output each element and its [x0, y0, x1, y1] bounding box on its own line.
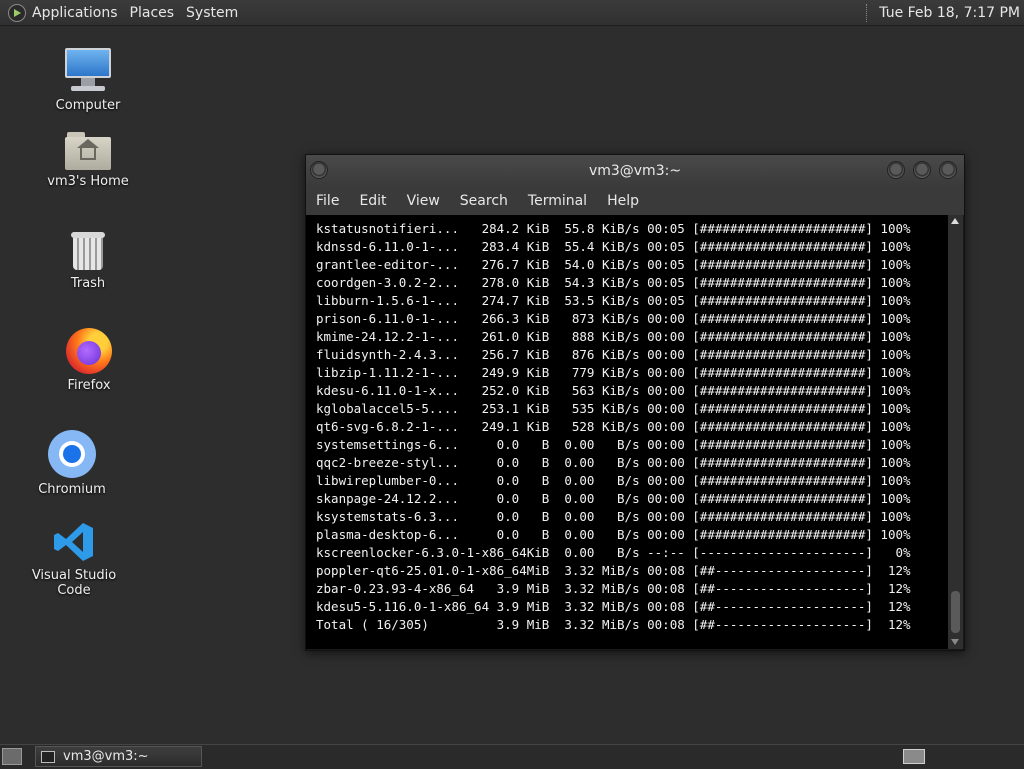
- minimize-button[interactable]: [887, 161, 905, 179]
- window-title: vm3@vm3:~: [588, 163, 682, 179]
- trash-icon: [70, 230, 106, 272]
- menu-terminal[interactable]: Terminal: [518, 193, 597, 209]
- desktop-icon-label: Chromium: [38, 482, 106, 497]
- desktop-icon-home[interactable]: vm3's Home: [28, 130, 148, 189]
- terminal-output[interactable]: kstatusnotifieri... 284.2 KiB 55.8 KiB/s…: [306, 215, 948, 649]
- terminal-line: qt6-svg-6.8.2-1-... 249.1 KiB 528 KiB/s …: [316, 419, 911, 434]
- menu-places[interactable]: Places: [130, 5, 183, 21]
- desktop-icon-computer[interactable]: Computer: [28, 46, 148, 113]
- desktop-icon-trash[interactable]: Trash: [28, 230, 148, 291]
- terminal-line: plasma-desktop-6... 0.0 B 0.00 B/s 00:00…: [316, 527, 911, 542]
- maximize-button[interactable]: [913, 161, 931, 179]
- scroll-up-arrow-icon[interactable]: [951, 218, 959, 224]
- panel-separator: [866, 3, 871, 22]
- applications-logo-icon[interactable]: [8, 3, 26, 22]
- terminal-line: systemsettings-6... 0.0 B 0.00 B/s 00:00…: [316, 437, 911, 452]
- terminal-line: coordgen-3.0.2-2... 278.0 KiB 54.3 KiB/s…: [316, 275, 911, 290]
- computer-icon: [63, 46, 113, 94]
- terminal-menubar: File Edit View Search Terminal Help: [306, 187, 964, 215]
- window-titlebar[interactable]: vm3@vm3:~: [306, 155, 964, 187]
- terminal-line: libburn-1.5.6-1-... 274.7 KiB 53.5 KiB/s…: [316, 293, 911, 308]
- terminal-icon: [41, 750, 55, 763]
- terminal-text: kstatusnotifieri... 284.2 KiB 55.8 KiB/s…: [306, 215, 948, 634]
- terminal-line: kdnssd-6.11.0-1-... 283.4 KiB 55.4 KiB/s…: [316, 239, 911, 254]
- terminal-line: kdesu-6.11.0-1-x... 252.0 KiB 563 KiB/s …: [316, 383, 911, 398]
- firefox-icon: [66, 328, 112, 374]
- menu-file[interactable]: File: [306, 193, 349, 209]
- vscode-icon: [52, 520, 96, 564]
- terminal-line: prison-6.11.0-1-... 266.3 KiB 873 KiB/s …: [316, 311, 911, 326]
- desktop-icon-label: Visual Studio Code: [31, 568, 117, 598]
- top-panel: Applications Places System Tue Feb 18, 7…: [0, 0, 1024, 26]
- menu-edit[interactable]: Edit: [349, 193, 396, 209]
- desktop-icon-label: Firefox: [67, 378, 111, 393]
- home-folder-icon: [65, 130, 111, 170]
- scrollbar-thumb[interactable]: [951, 591, 960, 633]
- terminal-line: kglobalaccel5-5.... 253.1 KiB 535 KiB/s …: [316, 401, 911, 416]
- taskbar-item-terminal[interactable]: vm3@vm3:~: [35, 746, 202, 767]
- menu-system[interactable]: System: [186, 5, 246, 21]
- terminal-line: kstatusnotifieri... 284.2 KiB 55.8 KiB/s…: [316, 221, 911, 236]
- terminal-line: skanpage-24.12.2... 0.0 B 0.00 B/s 00:00…: [316, 491, 911, 506]
- terminal-line: Total ( 16/305) 3.9 MiB 3.32 MiB/s 00:08…: [316, 617, 911, 632]
- menu-search[interactable]: Search: [450, 193, 518, 209]
- chromium-icon: [48, 430, 96, 478]
- desktop-icon-label: vm3's Home: [47, 174, 129, 189]
- desktop-icon-firefox[interactable]: Firefox: [29, 328, 149, 393]
- menu-view[interactable]: View: [397, 193, 450, 209]
- terminal-line: qqc2-breeze-styl... 0.0 B 0.00 B/s 00:00…: [316, 455, 911, 470]
- terminal-line: libzip-1.11.2-1-... 249.9 KiB 779 KiB/s …: [316, 365, 911, 380]
- menu-help[interactable]: Help: [597, 193, 649, 209]
- desktop-icon-label: Computer: [55, 98, 121, 113]
- desktop-icon-chromium[interactable]: Chromium: [12, 430, 132, 497]
- scroll-down-arrow-icon[interactable]: [951, 639, 959, 645]
- bottom-panel: vm3@vm3:~: [0, 744, 1024, 769]
- terminal-line: kscreenlocker-6.3.0-1-x86_64KiB 0.00 B/s…: [316, 545, 911, 560]
- terminal-line: poppler-qt6-25.01.0-1-x86_64MiB 3.32 MiB…: [316, 563, 911, 578]
- clock-area: Tue Feb 18, 7:17 PM: [866, 0, 1024, 25]
- terminal-line: kdesu5-5.116.0-1-x86_64 3.9 MiB 3.32 MiB…: [316, 599, 911, 614]
- desktop-icon-label: Trash: [70, 276, 106, 291]
- taskbar-item-label: vm3@vm3:~: [63, 749, 149, 764]
- terminal-line: ksystemstats-6.3... 0.0 B 0.00 B/s 00:00…: [316, 509, 911, 524]
- clock[interactable]: Tue Feb 18, 7:17 PM: [879, 5, 1024, 21]
- workspace-switcher[interactable]: [903, 749, 925, 764]
- terminal-window[interactable]: vm3@vm3:~ File Edit View Search Terminal…: [305, 154, 965, 651]
- terminal-line: kmime-24.12.2-1-... 261.0 KiB 888 KiB/s …: [316, 329, 911, 344]
- terminal-line: grantlee-editor-... 276.7 KiB 54.0 KiB/s…: [316, 257, 911, 272]
- desktop-icon-vscode[interactable]: Visual Studio Code: [14, 520, 134, 598]
- terminal-line: zbar-0.23.93-4-x86_64 3.9 MiB 3.32 MiB/s…: [316, 581, 911, 596]
- show-desktop-icon[interactable]: [2, 748, 22, 765]
- terminal-scrollbar[interactable]: [948, 215, 963, 649]
- close-button[interactable]: [939, 161, 957, 179]
- terminal-line: libwireplumber-0... 0.0 B 0.00 B/s 00:00…: [316, 473, 911, 488]
- terminal-line: fluidsynth-2.4.3... 256.7 KiB 876 KiB/s …: [316, 347, 911, 362]
- menu-applications[interactable]: Applications: [32, 5, 126, 21]
